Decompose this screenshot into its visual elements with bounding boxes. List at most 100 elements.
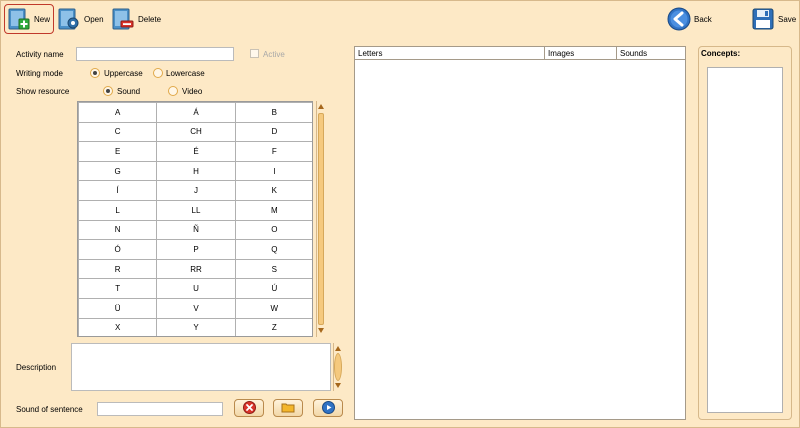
new-label: New (34, 14, 51, 24)
letters-scrollbar[interactable] (316, 101, 325, 337)
new-button[interactable]: New (4, 4, 55, 34)
video-label: Video (182, 87, 203, 96)
letter-cell[interactable]: Ü (78, 297, 158, 319)
delete-label: Delete (138, 14, 162, 24)
letter-row: L LL M (78, 199, 312, 221)
activity-name-label: Activity name (16, 50, 64, 59)
letter-cell[interactable]: J (156, 180, 236, 201)
letter-cell[interactable]: C (78, 121, 158, 143)
column-header-images[interactable]: Images (548, 49, 574, 58)
letter-cell[interactable]: X (78, 317, 158, 336)
letter-cell[interactable]: A (78, 102, 158, 123)
letter-row: XYZ (78, 317, 312, 336)
letter-cell[interactable]: B (234, 102, 312, 123)
video-radio[interactable] (168, 86, 178, 96)
column-separator (544, 47, 545, 60)
scroll-up-arrow-icon[interactable] (318, 104, 324, 109)
letter-row: GHI (78, 160, 312, 182)
letter-cell[interactable]: V (156, 297, 236, 319)
description-textarea[interactable] (71, 343, 331, 391)
activity-name-input[interactable] (76, 47, 234, 61)
letter-cell[interactable]: Y (156, 317, 236, 336)
delete-button[interactable]: Delete (111, 4, 161, 34)
letter-cell[interactable]: P (156, 239, 236, 260)
letter-cell[interactable]: LL (156, 199, 236, 221)
letter-cell[interactable]: Q (234, 239, 312, 260)
letters-table: A Á B C CH D E É F G H I Í J K L LL M N Ñ O Ó P Q R RR S T U Ú Ü V W X Y Z (78, 102, 312, 336)
sound-of-sentence-label: Sound of sentence (16, 405, 83, 414)
letter-cell[interactable]: W (234, 297, 312, 319)
column-header-letters[interactable]: Letters (358, 49, 382, 58)
letter-row: NÑO (78, 219, 312, 241)
lowercase-label: Lowercase (166, 69, 205, 78)
letter-cell[interactable]: Ó (78, 239, 158, 260)
lowercase-radio[interactable] (153, 68, 163, 78)
letter-cell[interactable]: E (78, 141, 158, 162)
save-button[interactable]: Save (751, 4, 796, 34)
folder-icon (281, 402, 295, 415)
letter-row: TUÚ (78, 278, 312, 299)
active-checkbox[interactable] (250, 49, 259, 58)
letter-cell[interactable]: Z (234, 317, 312, 336)
back-button[interactable]: Back (667, 4, 712, 34)
letter-cell[interactable]: L (78, 199, 158, 221)
open-gear-icon (57, 7, 81, 31)
letter-cell[interactable]: F (234, 141, 312, 162)
letters-images-sounds-table[interactable]: Letters Images Sounds (354, 46, 686, 420)
letter-row: R RR S (78, 258, 312, 280)
open-button[interactable]: Open (57, 4, 104, 34)
letter-cell[interactable]: M (234, 199, 312, 221)
letters-grid: A Á B C CH D E É F G H I Í J K L LL M N Ñ O Ó P Q R RR S T U Ú Ü V W X Y Z (77, 101, 313, 337)
letter-cell[interactable]: G (78, 160, 158, 182)
back-arrow-icon (667, 7, 691, 31)
save-floppy-icon (751, 7, 775, 31)
delete-icon (111, 7, 135, 31)
back-label: Back (694, 14, 712, 24)
letter-cell[interactable]: Ú (234, 278, 312, 299)
letter-cell[interactable]: I (234, 160, 312, 182)
open-label: Open (84, 14, 104, 24)
table-header: Letters Images Sounds (355, 47, 685, 60)
letter-cell[interactable]: U (156, 278, 236, 299)
browse-sound-button[interactable] (273, 399, 303, 417)
clear-sound-button[interactable] (234, 399, 264, 417)
uppercase-label: Uppercase (104, 69, 143, 78)
sound-radio[interactable] (103, 86, 113, 96)
writing-mode-label: Writing mode (16, 69, 63, 78)
description-scroll-down-icon[interactable] (335, 383, 341, 388)
letter-row: ÓPQ (78, 239, 312, 260)
letter-cell[interactable]: Á (156, 102, 236, 123)
scroll-thumb[interactable] (318, 113, 324, 325)
letter-cell[interactable]: Ñ (156, 219, 236, 241)
letter-cell[interactable]: RR (156, 258, 236, 280)
letter-row: AÁB (78, 102, 312, 123)
letter-cell[interactable]: N (78, 219, 158, 241)
description-scrollbar[interactable] (333, 343, 342, 391)
letter-cell[interactable]: Í (78, 180, 158, 201)
active-label: Active (263, 50, 285, 59)
letter-cell[interactable]: CH (156, 121, 236, 143)
letter-cell[interactable]: S (234, 258, 312, 280)
letter-cell[interactable]: D (234, 121, 312, 143)
column-header-sounds[interactable]: Sounds (620, 49, 647, 58)
sound-of-sentence-input[interactable] (97, 402, 223, 416)
scroll-down-arrow-icon[interactable] (318, 328, 324, 333)
letter-row: C CH D (78, 121, 312, 143)
letter-cell[interactable]: R (78, 258, 158, 280)
clear-x-icon (242, 400, 256, 416)
letter-cell[interactable]: É (156, 141, 236, 162)
letter-row: ÜVW (78, 297, 312, 319)
letter-cell[interactable]: O (234, 219, 312, 241)
uppercase-radio[interactable] (90, 68, 100, 78)
letter-cell[interactable]: T (78, 278, 158, 299)
save-label: Save (778, 14, 797, 24)
letter-cell[interactable]: K (234, 180, 312, 201)
description-scroll-thumb[interactable] (334, 353, 342, 381)
play-sound-button[interactable] (313, 399, 343, 417)
show-resource-label: Show resource (16, 87, 70, 96)
description-scroll-up-icon[interactable] (335, 346, 341, 351)
new-icon (7, 7, 31, 31)
sound-label: Sound (117, 87, 141, 96)
letter-cell[interactable]: H (156, 160, 236, 182)
concepts-list[interactable] (707, 67, 783, 413)
